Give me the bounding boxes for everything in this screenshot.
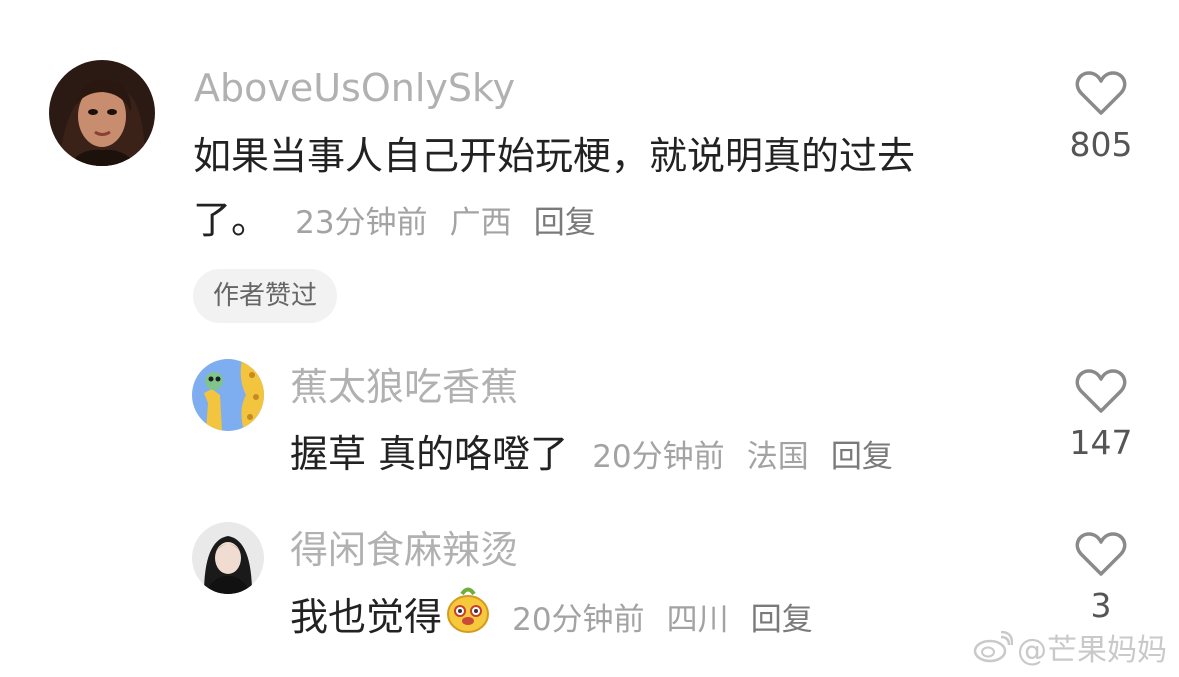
comment-text: 握草 真的咯噔了 20分钟前 法国 回复 [290, 422, 893, 489]
weibo-icon [973, 631, 1013, 663]
heart-outline-icon[interactable] [1075, 531, 1127, 577]
like-button[interactable]: 147 [1051, 368, 1151, 459]
heart-outline-icon[interactable] [1075, 70, 1127, 116]
avatar[interactable] [192, 522, 264, 594]
username[interactable]: AboveUsOnlySky [194, 69, 515, 107]
comment-text-body: 握草 真的咯噔了 [290, 432, 569, 476]
like-count: 3 [1090, 586, 1112, 625]
heart-outline-icon[interactable] [1075, 368, 1127, 414]
like-button[interactable]: 805 [1051, 70, 1151, 161]
reply-button[interactable]: 回复 [831, 439, 893, 475]
comment-text-line-2: 了。 23分钟前 广西 回复 [193, 188, 915, 255]
author-liked-badge: 作者赞过 [193, 269, 338, 323]
reply-button[interactable]: 回复 [534, 205, 596, 241]
timestamp: 20分钟前 [512, 602, 645, 638]
smiling-face-emoji [444, 586, 492, 653]
reply-button[interactable]: 回复 [751, 602, 813, 638]
comment-text-line-2-text: 了。 [193, 198, 270, 242]
location: 广西 [449, 205, 512, 241]
like-button[interactable]: 3 [1051, 531, 1151, 622]
username[interactable]: 得闲食麻辣烫 [290, 531, 518, 569]
comment-text-line-1: 如果当事人自己开始玩梗，就说明真的过去 [193, 134, 916, 178]
location: 法国 [746, 439, 809, 475]
avatar[interactable] [192, 359, 264, 431]
comment-text: 如果当事人自己开始玩梗，就说明真的过去 了。 23分钟前 广西 回复 [193, 124, 915, 255]
like-count: 805 [1069, 125, 1133, 164]
watermark: @芒果妈妈 [973, 625, 1167, 669]
avatar[interactable] [49, 60, 155, 166]
comment-text-body: 我也觉得 [290, 595, 443, 639]
timestamp: 23分钟前 [295, 205, 428, 241]
username[interactable]: 蕉太狼吃香蕉 [290, 368, 518, 406]
watermark-text: @芒果妈妈 [1017, 633, 1167, 668]
comment-text: 我也觉得 20分钟前 四川 回复 [290, 585, 813, 653]
location: 四川 [666, 602, 729, 638]
like-count: 147 [1069, 423, 1133, 462]
timestamp: 20分钟前 [592, 439, 725, 475]
